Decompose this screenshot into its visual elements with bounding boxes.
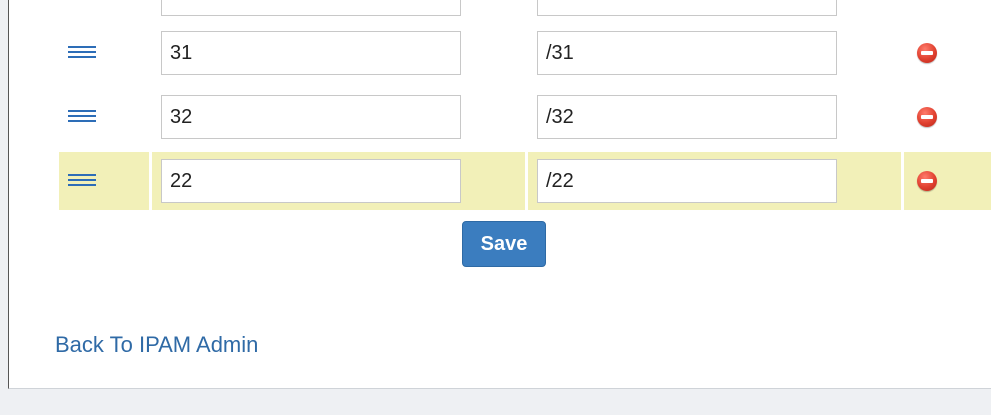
table-row-highlighted — [9, 152, 991, 210]
drag-cell — [59, 24, 149, 82]
table-row — [9, 0, 991, 23]
prefix-cell — [528, 152, 901, 210]
drag-handle-icon[interactable] — [68, 174, 96, 187]
value-input[interactable] — [161, 0, 461, 16]
drag-cell — [59, 88, 149, 146]
value-cell — [152, 152, 525, 210]
value-input[interactable] — [161, 95, 461, 139]
prefix-input[interactable] — [537, 95, 837, 139]
remove-icon[interactable] — [917, 107, 937, 127]
prefix-cell — [528, 24, 901, 82]
drag-handle-icon[interactable] — [68, 46, 96, 59]
remove-icon[interactable] — [917, 43, 937, 63]
drag-cell — [59, 152, 149, 210]
save-button[interactable]: Save — [462, 221, 546, 267]
drag-handle-icon[interactable] — [68, 110, 96, 123]
remove-cell — [904, 88, 991, 146]
back-to-ipam-admin-link[interactable]: Back To IPAM Admin — [55, 332, 258, 358]
value-cell — [152, 24, 525, 82]
prefix-cell — [528, 88, 901, 146]
value-cell — [152, 88, 525, 146]
table-row — [9, 88, 991, 146]
prefix-input[interactable] — [537, 0, 837, 16]
table-row — [9, 24, 991, 82]
remove-icon[interactable] — [917, 171, 937, 191]
value-input[interactable] — [161, 159, 461, 203]
remove-cell — [904, 24, 991, 82]
prefix-input[interactable] — [537, 159, 837, 203]
value-input[interactable] — [161, 31, 461, 75]
prefix-cell — [528, 0, 901, 23]
remove-cell — [904, 152, 991, 210]
value-cell — [152, 0, 525, 23]
content-panel: Save Back To IPAM Admin — [8, 0, 991, 389]
prefix-input[interactable] — [537, 31, 837, 75]
